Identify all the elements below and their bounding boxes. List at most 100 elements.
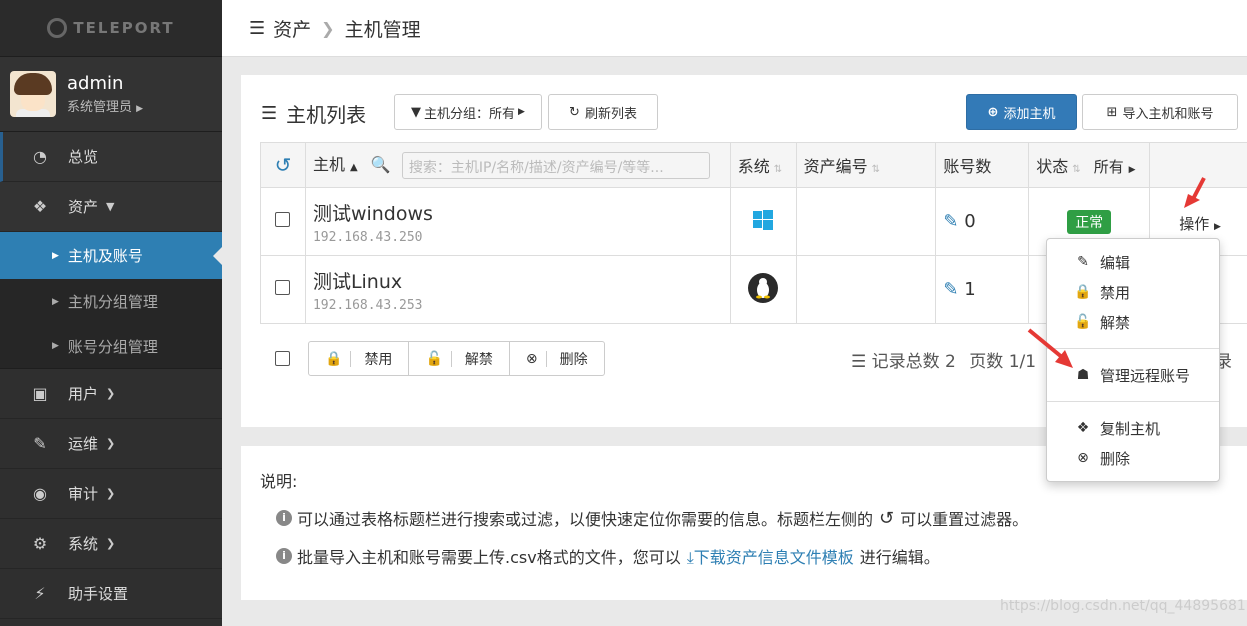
unlock-icon: 🔓 bbox=[1074, 314, 1092, 330]
sidebar-item-system[interactable]: ⚙ 系统 ❯ bbox=[0, 519, 222, 569]
edit-icon: ✎ bbox=[1077, 254, 1089, 270]
pager: ☰ 记录总数 2 页数 1/1 录 bbox=[851, 347, 1232, 372]
user-panel: admin 系统管理员 ▶ bbox=[0, 57, 222, 132]
menu-item-manage-remote-accounts[interactable]: ☗ 管理远程账号 bbox=[1047, 360, 1219, 390]
sort-icon: ⇅ bbox=[1072, 164, 1081, 175]
edit-accounts-icon[interactable]: ✎ bbox=[943, 279, 958, 300]
sidebar-item-assets[interactable]: ❖ 资产 ▼ bbox=[0, 182, 222, 232]
host-column-header[interactable]: 主机 bbox=[313, 155, 345, 174]
caret-right-icon: ▶ bbox=[52, 341, 59, 351]
breadcrumb: ☰ 资产 ❯ 主机管理 bbox=[222, 0, 1247, 57]
list-icon: ☰ bbox=[261, 103, 278, 124]
row-actions-button[interactable]: 操作 ▶ bbox=[1179, 215, 1221, 233]
sidebar-item-host-groups[interactable]: ▶ 主机分组管理 bbox=[0, 279, 222, 324]
host-name: 测试Linux bbox=[312, 270, 403, 293]
dashboard-icon: ◔ bbox=[33, 147, 47, 166]
caret-right-icon: ▶ bbox=[136, 104, 144, 114]
chevron-right-icon: ❯ bbox=[106, 487, 116, 500]
refresh-button[interactable]: ↻ 刷新列表 bbox=[548, 94, 658, 130]
search-input[interactable]: 搜索：主机IP/名称/描述/资产编号/等等... bbox=[401, 152, 710, 179]
info-icon: i bbox=[276, 510, 292, 526]
menu-item-copy-host[interactable]: ❖ 复制主机 bbox=[1047, 413, 1219, 443]
breadcrumb-section[interactable]: 资产 bbox=[273, 15, 311, 42]
asset-no-column-header[interactable]: 资产编号 bbox=[804, 157, 868, 176]
unlock-icon: 🔓 bbox=[417, 350, 452, 367]
sidebar-item-account-groups[interactable]: ▶ 账号分组管理 bbox=[0, 324, 222, 369]
status-filter-dropdown[interactable]: 所有 ▶ bbox=[1094, 158, 1136, 176]
menu-item-enable[interactable]: 🔓 解禁 bbox=[1047, 307, 1219, 337]
windows-icon bbox=[729, 187, 797, 256]
edit-accounts-icon[interactable]: ✎ bbox=[943, 211, 958, 232]
host-name: 测试windows bbox=[312, 202, 433, 225]
select-all-checkbox[interactable] bbox=[275, 351, 290, 366]
lock-icon: 🔒 bbox=[317, 350, 352, 367]
note-line: i 批量导入主机和账号需要上传.csv格式的文件，您可以 ⤓下载资产信息文件模板… bbox=[276, 544, 1232, 568]
filter-icon: ▼ bbox=[411, 104, 422, 120]
add-host-button[interactable]: ⊕ 添加主机 bbox=[966, 94, 1077, 130]
asset-no-cell bbox=[795, 255, 937, 324]
user-name: admin bbox=[67, 73, 124, 94]
sidebar-item-dashboard[interactable]: ◔ 总览 bbox=[0, 132, 222, 182]
sort-icon: ⇅ bbox=[773, 164, 783, 175]
reset-filter-icon[interactable]: ↺ bbox=[260, 142, 306, 188]
logo-text: TELEPORT bbox=[73, 19, 175, 37]
watermark: https://blog.csdn.net/qq_44895681 bbox=[1000, 598, 1246, 614]
group-filter-button[interactable]: ▼ 主机分组：所有 ▶ bbox=[394, 94, 542, 130]
host-ip: 192.168.43.253 bbox=[312, 297, 423, 313]
chevron-right-icon: ❯ bbox=[106, 437, 116, 450]
record-total: 记录总数 2 bbox=[871, 352, 956, 372]
menu-item-delete[interactable]: ⊗ 删除 bbox=[1047, 443, 1219, 473]
avatar bbox=[10, 71, 56, 117]
info-icon: i bbox=[276, 548, 292, 564]
menu-item-edit[interactable]: ✎ 编辑 bbox=[1047, 247, 1219, 277]
row-checkbox[interactable] bbox=[275, 212, 291, 227]
page-title: 主机管理 bbox=[344, 18, 421, 41]
page-count: 页数 1/1 bbox=[969, 352, 1037, 372]
caret-right-icon: ▶ bbox=[518, 107, 525, 117]
sort-up-icon: ▲ bbox=[350, 162, 358, 173]
sidebar: TELEPORT admin 系统管理员 ▶ ◔ 总览 ❖ 资产 ▼ ▶ 主机及… bbox=[0, 0, 222, 626]
chevron-right-icon: ❯ bbox=[106, 387, 116, 400]
user-role-menu[interactable]: 系统管理员 ▶ bbox=[67, 96, 143, 115]
close-circle-icon: ⊗ bbox=[1077, 450, 1089, 466]
bulk-actions: 🔒 禁用 🔓 解禁 ⊗ 删除 bbox=[308, 341, 605, 376]
sidebar-item-assistant[interactable]: ⚡ 助手设置 bbox=[0, 569, 222, 619]
close-circle-icon: ⊗ bbox=[518, 350, 547, 367]
host-ip: 192.168.43.250 bbox=[312, 229, 423, 245]
import-button[interactable]: ⊞ 导入主机和账号 bbox=[1082, 94, 1238, 130]
refresh-icon: ↻ bbox=[569, 104, 580, 120]
chevron-right-icon: ❯ bbox=[106, 537, 116, 550]
download-template-link[interactable]: ⤓下载资产信息文件模板 bbox=[687, 544, 854, 568]
chevron-down-icon: ▼ bbox=[106, 200, 115, 213]
bolt-icon: ⚡ bbox=[34, 584, 46, 603]
asset-no-cell bbox=[795, 187, 937, 256]
sidebar-item-hosts-accounts[interactable]: ▶ 主机及账号 bbox=[0, 232, 222, 279]
account-count: 0 bbox=[964, 211, 976, 232]
gear-icon: ⚙ bbox=[32, 534, 48, 553]
status-column-header[interactable]: 状态 bbox=[1036, 157, 1068, 176]
bulk-enable-button[interactable]: 🔓 解禁 bbox=[409, 342, 510, 375]
sidebar-item-users[interactable]: ▣ 用户 ❯ bbox=[0, 369, 222, 419]
reset-icon: ↺ bbox=[879, 507, 895, 529]
sidebar-item-ops[interactable]: ✎ 运维 ❯ bbox=[0, 419, 222, 469]
row-checkbox[interactable] bbox=[275, 280, 291, 295]
menu-item-disable[interactable]: 🔒 禁用 bbox=[1047, 277, 1219, 307]
download-icon: ⤓ bbox=[686, 548, 694, 567]
wrench-icon: ✎ bbox=[33, 434, 47, 453]
server-icon: ☰ bbox=[249, 17, 266, 39]
sidebar-item-audit[interactable]: ◉ 审计 ❯ bbox=[0, 469, 222, 519]
os-column-header[interactable]: 系统 bbox=[738, 157, 770, 176]
bulk-delete-button[interactable]: ⊗ 删除 bbox=[510, 342, 604, 375]
sort-icon: ⇅ bbox=[871, 164, 881, 175]
list-icon: ☰ bbox=[851, 352, 867, 372]
search-icon: 🔍 bbox=[370, 155, 391, 174]
chevron-right-icon: ❯ bbox=[321, 18, 335, 38]
bulk-disable-button[interactable]: 🔒 禁用 bbox=[309, 342, 410, 375]
address-book-icon: ▣ bbox=[32, 384, 48, 403]
caret-right-icon: ▶ bbox=[52, 250, 59, 261]
teleport-logo[interactable]: TELEPORT bbox=[0, 0, 222, 57]
status-badge: 正常 bbox=[1067, 209, 1112, 234]
plus-square-icon: ⊞ bbox=[1106, 104, 1118, 120]
eye-icon: ◉ bbox=[33, 484, 47, 503]
caret-right-icon: ▶ bbox=[52, 296, 59, 307]
